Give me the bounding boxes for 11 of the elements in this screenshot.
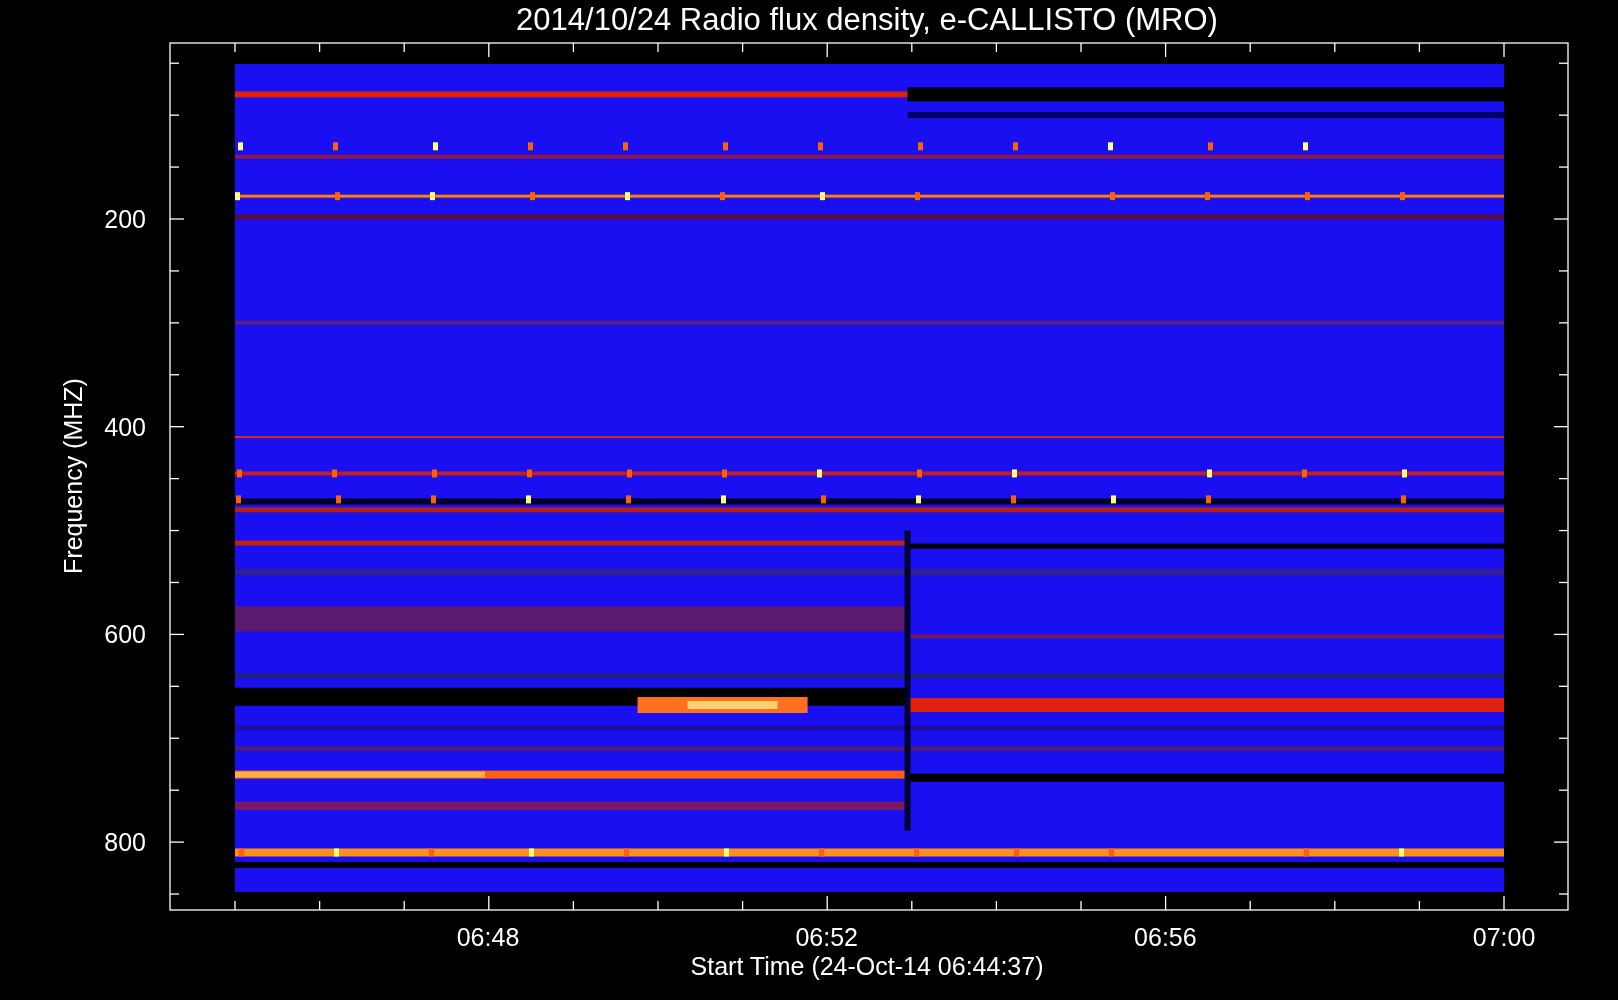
x-tick-label: 06:56	[1134, 923, 1197, 951]
x-tick-label: 06:52	[795, 923, 858, 951]
y-tick-label: 200	[104, 205, 146, 233]
x-tick-label: 07:00	[1472, 923, 1536, 951]
y-axis-label: Frequency (MHZ)	[59, 378, 87, 574]
chart-title: 2014/10/24 Radio flux density, e-CALLISTO (MRO)	[516, 2, 1218, 37]
x-axis-label: Start Time (24-Oct-14 06:44:37)	[690, 952, 1044, 980]
x-tick-label: 06:48	[456, 923, 520, 951]
y-tick-label: 400	[104, 412, 146, 441]
y-tick-label: 600	[104, 620, 146, 649]
y-tick-label: 800	[104, 828, 146, 857]
